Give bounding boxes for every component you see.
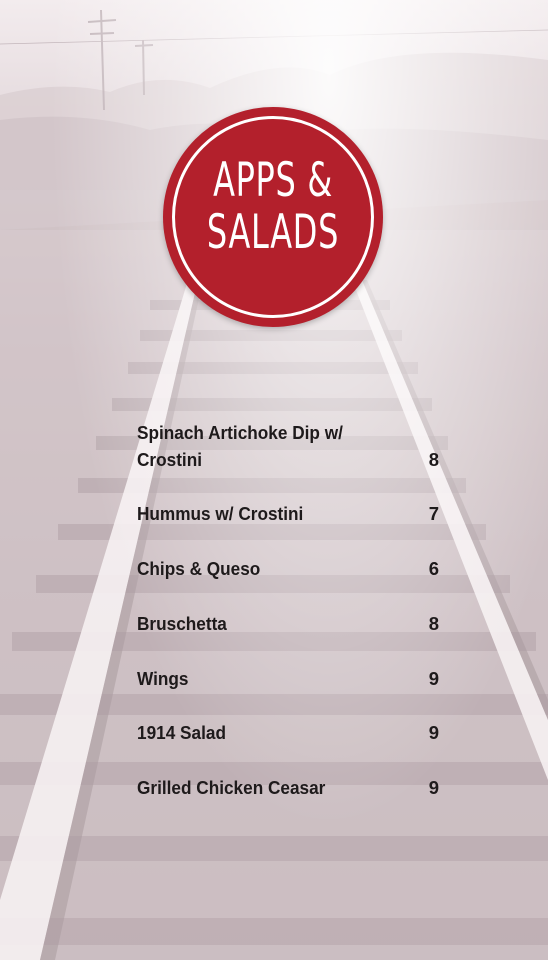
- menu-item-name: Hummus w/ Crostini: [137, 503, 304, 524]
- menu-item: Grilled Chicken Ceasar 9: [137, 774, 439, 801]
- section-title: APPS & SALADS: [198, 155, 348, 259]
- menu-item: Spinach Artichoke Dip w/ Crostini 8: [137, 419, 439, 473]
- menu-item-price: 8: [428, 449, 439, 470]
- section-badge: APPS & SALADS: [163, 107, 383, 327]
- section-title-line-1: APPS &: [213, 153, 333, 208]
- menu-item-name: Wings: [137, 668, 189, 689]
- menu-item-name: Chips & Queso: [137, 558, 261, 579]
- menu-item-price: 6: [428, 558, 439, 579]
- menu-item-price: 9: [428, 668, 439, 689]
- menu-item-price: 9: [428, 722, 439, 743]
- menu-item: Bruschetta 8: [137, 610, 439, 637]
- menu-item: Chips & Queso 6: [137, 555, 439, 582]
- menu-item: Wings 9: [137, 665, 439, 692]
- menu-item: 1914 Salad 9: [137, 719, 439, 746]
- menu-item-price: 9: [428, 777, 439, 798]
- menu-item-name: 1914 Salad: [137, 722, 226, 743]
- menu-item-name: Grilled Chicken Ceasar: [137, 777, 326, 798]
- section-title-line-2: SALADS: [206, 205, 340, 260]
- menu-item-name: Bruschetta: [137, 613, 227, 634]
- menu-item-price: 7: [428, 503, 439, 524]
- menu-item: Hummus w/ Crostini 7: [137, 500, 439, 527]
- menu-item-price: 8: [428, 613, 439, 634]
- menu-item-name: Spinach Artichoke Dip w/ Crostini: [137, 422, 343, 470]
